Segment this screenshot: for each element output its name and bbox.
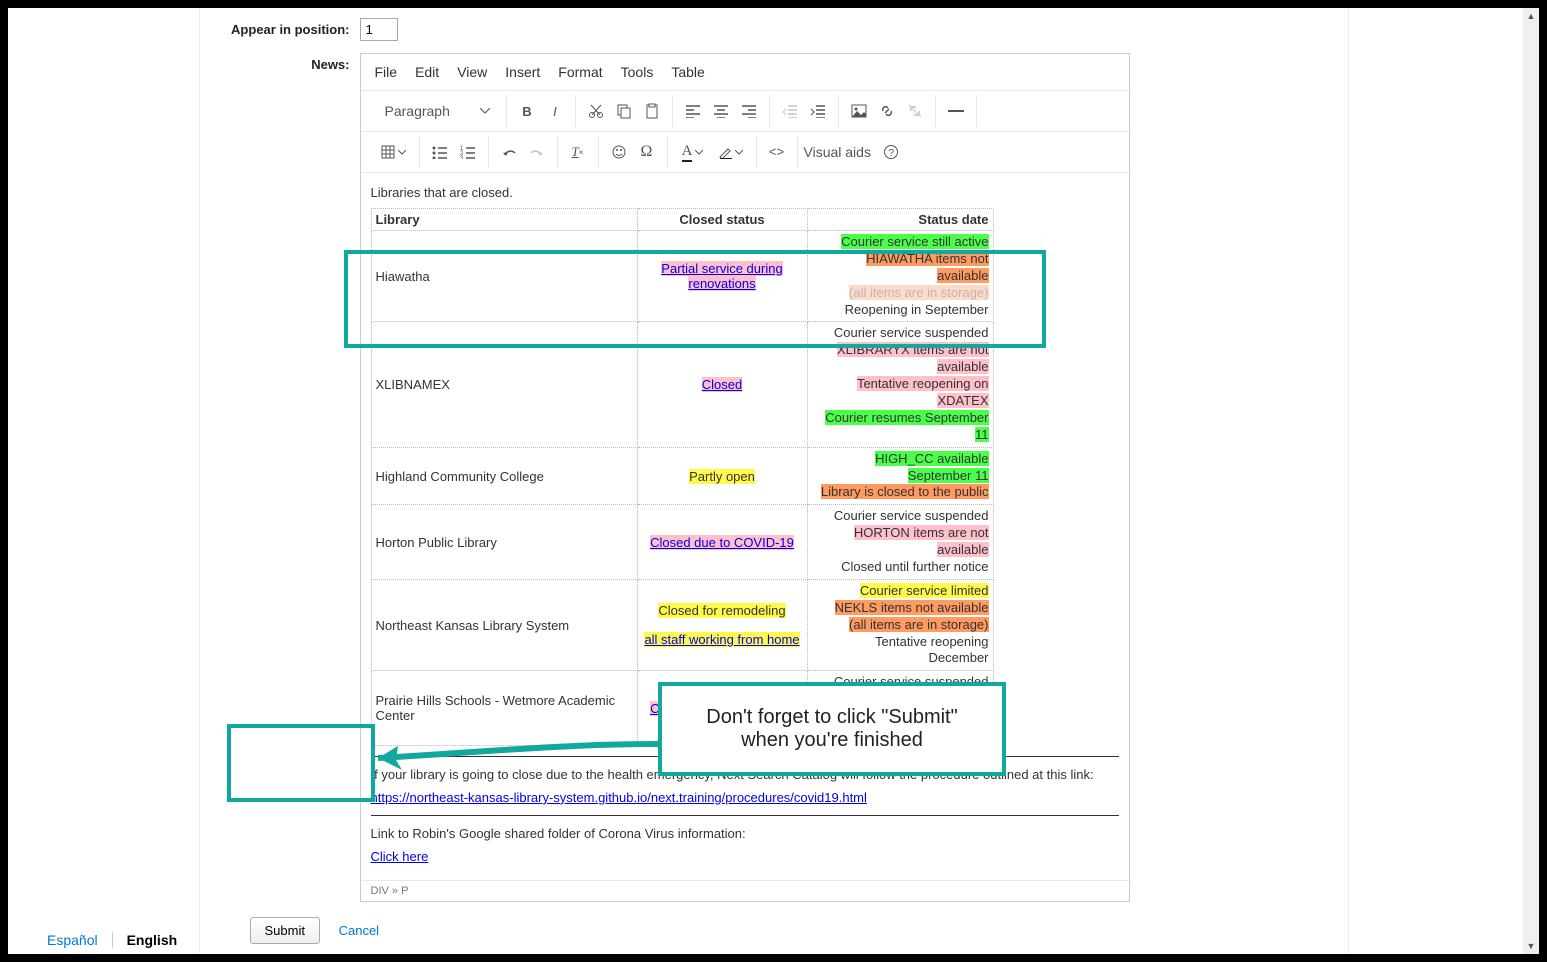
bold-button[interactable]: B	[513, 97, 541, 125]
help-button[interactable]: ?	[877, 138, 905, 166]
col-closed: Closed status	[637, 209, 807, 231]
link-button[interactable]	[873, 97, 901, 125]
editor-menubar: File Edit View Insert Format Tools Table	[361, 54, 1129, 91]
table-row: HiawathaPartial service during renovatio…	[371, 231, 993, 322]
copy-button[interactable]	[610, 97, 638, 125]
libraries-table: Library Closed status Status date Hiawat…	[371, 208, 994, 746]
cut-button[interactable]	[582, 97, 610, 125]
position-input[interactable]	[360, 18, 398, 41]
intro-text: Libraries that are closed.	[371, 185, 1119, 200]
scroll-down-icon[interactable]: ▼	[1523, 938, 1539, 954]
editor-path: DIV » P	[361, 880, 1129, 901]
language-bar: Español English	[33, 932, 191, 948]
col-library: Library	[371, 209, 637, 231]
table-row: Northeast Kansas Library SystemClosed fo…	[371, 579, 993, 670]
bg-color-button[interactable]	[712, 138, 750, 166]
menu-file[interactable]: File	[375, 64, 398, 80]
col-status: Status date	[807, 209, 993, 231]
emoji-button[interactable]	[605, 138, 633, 166]
outdent-button[interactable]	[776, 97, 804, 125]
lang-english[interactable]: English	[113, 932, 192, 948]
editor-toolbar-1: Paragraph B I	[361, 91, 1129, 132]
menu-insert[interactable]: Insert	[505, 64, 540, 80]
table-row: XLIBNAMEXClosedCourier service suspended…	[371, 322, 993, 447]
text-color-button[interactable]: A	[674, 138, 712, 166]
position-label: Appear in position:	[220, 18, 360, 41]
divider	[371, 815, 1119, 816]
table-button[interactable]	[375, 138, 413, 166]
procedure-link[interactable]: https://northeast-kansas-library-system.…	[371, 790, 867, 805]
menu-table[interactable]: Table	[671, 64, 704, 80]
editor-toolbar-2: 123 T× Ω A <> Vis	[361, 132, 1129, 173]
closing-text-2: Link to Robin's Google shared folder of …	[371, 826, 1119, 841]
lang-spanish[interactable]: Español	[33, 932, 113, 948]
news-label: News:	[220, 53, 360, 902]
align-center-button[interactable]	[707, 97, 735, 125]
scroll-up-icon[interactable]: ▲	[1523, 8, 1539, 24]
shared-folder-link[interactable]: Click here	[371, 849, 429, 864]
source-code-button[interactable]: <>	[763, 138, 791, 166]
cancel-link[interactable]: Cancel	[339, 923, 379, 938]
table-row: Horton Public LibraryClosed due to COVID…	[371, 505, 993, 580]
image-button[interactable]	[845, 97, 873, 125]
table-row: Highland Community CollegePartly openHIG…	[371, 447, 993, 505]
menu-view[interactable]: View	[457, 64, 487, 80]
special-char-button[interactable]: Ω	[633, 138, 661, 166]
hr-button[interactable]	[942, 97, 970, 125]
svg-text:3: 3	[460, 156, 464, 159]
menu-format[interactable]: Format	[558, 64, 602, 80]
align-left-button[interactable]	[679, 97, 707, 125]
italic-button[interactable]: I	[541, 97, 569, 125]
paragraph-dropdown[interactable]: Paragraph	[375, 97, 500, 125]
unlink-button[interactable]	[901, 97, 929, 125]
clear-format-button[interactable]: T×	[564, 138, 592, 166]
scrollbar[interactable]: ▲ ▼	[1523, 8, 1539, 954]
indent-button[interactable]	[804, 97, 832, 125]
redo-button[interactable]	[523, 138, 551, 166]
svg-text:?: ?	[888, 148, 894, 159]
menu-tools[interactable]: Tools	[621, 64, 654, 80]
number-list-button[interactable]: 123	[454, 138, 482, 166]
align-right-button[interactable]	[735, 97, 763, 125]
paste-button[interactable]	[638, 97, 666, 125]
undo-button[interactable]	[495, 138, 523, 166]
menu-edit[interactable]: Edit	[415, 64, 439, 80]
annotation-callout: Don't forget to click "Submit" when you'…	[658, 682, 1006, 776]
visual-aids-button[interactable]: Visual aids	[798, 144, 877, 160]
submit-button[interactable]: Submit	[250, 917, 320, 944]
bullet-list-button[interactable]	[426, 138, 454, 166]
